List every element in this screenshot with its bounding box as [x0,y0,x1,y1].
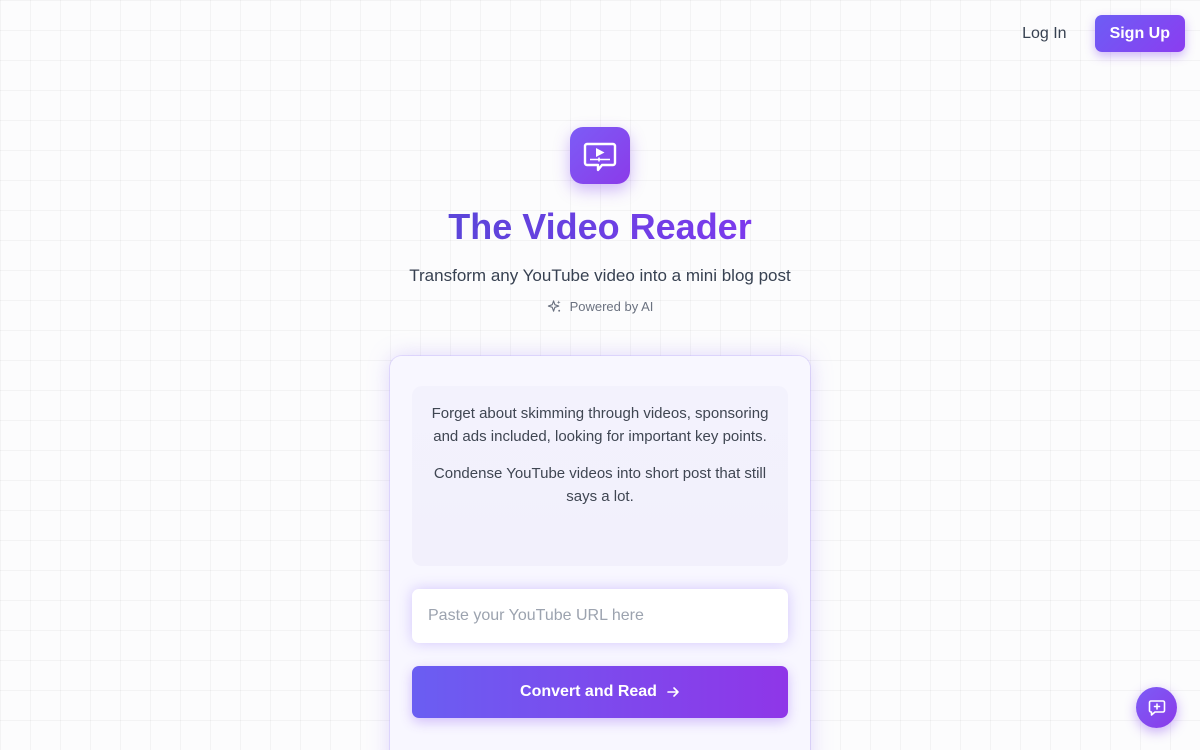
powered-by-badge: Powered by AI [547,299,654,314]
convert-and-read-button[interactable]: Convert and Read [412,666,788,718]
hero: The Video Reader Transform any YouTube v… [0,127,1200,314]
page-title: The Video Reader [448,206,752,247]
arrow-right-icon [667,687,679,697]
powered-by-label: Powered by AI [569,299,654,314]
youtube-url-input[interactable] [412,589,788,643]
description-box: Forget about skimming through videos, sp… [412,386,788,566]
description-text-2: Condense YouTube videos into short post … [433,465,767,505]
description-text-1: Forget about skimming through videos, sp… [431,405,769,445]
message-plus-icon [1148,699,1165,716]
video-chat-icon [583,142,617,171]
converter-card: Forget about skimming through videos, sp… [390,356,810,750]
app-logo [570,127,630,184]
signup-button[interactable]: Sign Up [1094,15,1185,52]
sparkles-icon [547,300,561,312]
convert-button-label: Convert and Read [520,683,657,700]
login-link[interactable]: Log In [1022,25,1066,43]
page-subtitle: Transform any YouTube video into a mini … [409,266,791,285]
chat-button[interactable] [1136,687,1177,728]
top-nav: Log In Sign Up [1022,15,1185,52]
